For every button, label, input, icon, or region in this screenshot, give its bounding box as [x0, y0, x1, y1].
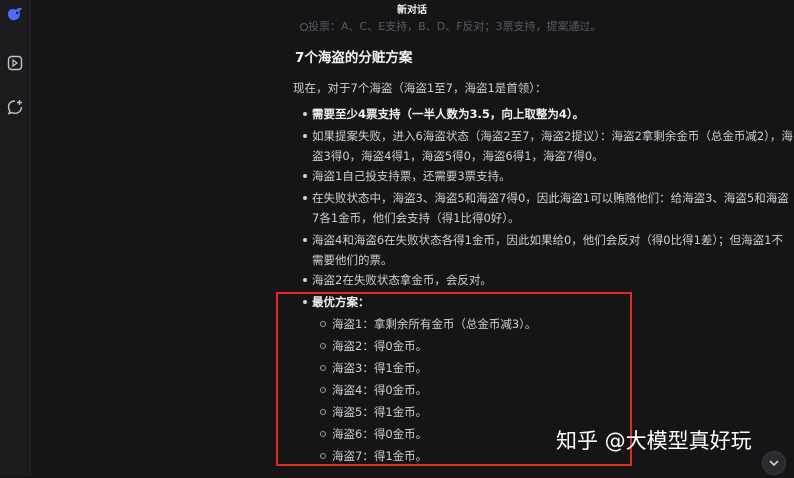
list-item: 海盗2在失败状态拿金币，会反对。: [303, 270, 794, 290]
watermark: 知乎 @大模型真好玩: [556, 429, 752, 453]
page-title: 新对话: [397, 5, 427, 16]
sidebar-toggle-icon[interactable]: [5, 53, 25, 73]
scroll-down-button[interactable]: [762, 451, 786, 475]
bullet-icon: [300, 23, 308, 31]
list-item: 如果提案失败，进入6海盗状态（海盗2至7，海盗2提议）：海盗2拿剩余金币（总金币…: [303, 126, 794, 166]
list-item: 需要至少4票支持（一半人数为3.5，向上取整为4）。: [303, 104, 794, 124]
chevron-down-icon: [769, 460, 779, 467]
list-item: 海盗4和海盗6在失败状态各得1金币，因此如果给0，他们会反对（得0比得1差）；但…: [303, 230, 794, 270]
sidebar: [0, 0, 31, 476]
list-item: 海盗1自己投支持票，还需要3票支持。: [303, 166, 794, 186]
list-item: 在失败状态中，海盗3、海盗5和海盗7得0，因此海盗1可以贿赂他们：给海盗3、海盗…: [303, 188, 794, 228]
section-heading: 7个海盗的分赃方案: [295, 50, 413, 66]
section-intro: 现在，对于7个海盗（海盗1至7，海盗1是首领）：: [293, 81, 547, 95]
previous-line: 投票：A、C、E支持，B、D、F反对；3票支持，提案通过。: [300, 18, 602, 38]
new-chat-icon[interactable]: [5, 97, 25, 117]
deepseek-logo-icon[interactable]: [5, 5, 25, 25]
